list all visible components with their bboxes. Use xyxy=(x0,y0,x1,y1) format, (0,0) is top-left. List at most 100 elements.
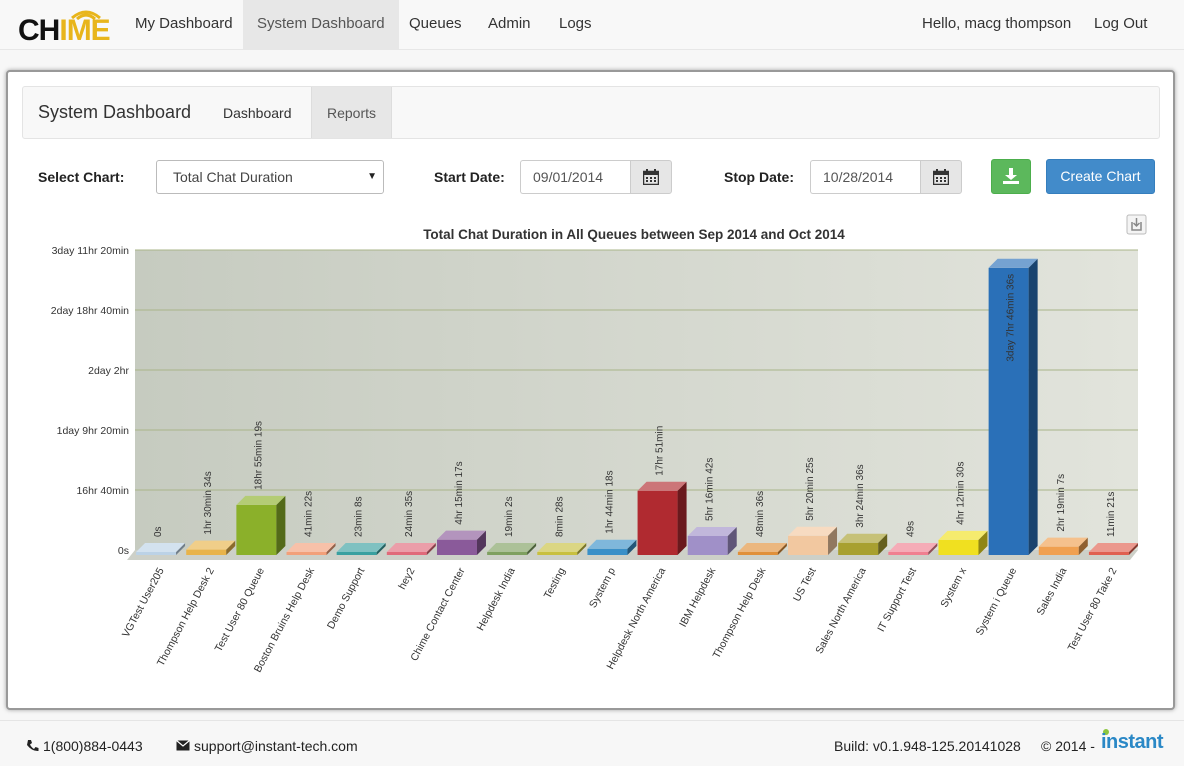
x-category-label: Sales North America xyxy=(813,566,869,656)
x-category-label: VGTest User205 xyxy=(120,566,167,640)
chart-type-value: Total Chat Duration xyxy=(173,169,293,185)
stop-date-label: Stop Date: xyxy=(724,169,794,185)
chart-bar xyxy=(136,543,186,555)
bar-data-label: 3hr 24min 36s xyxy=(855,464,866,527)
logo-text: CHIME xyxy=(18,14,111,47)
envelope-icon xyxy=(176,740,190,751)
x-category-label: IBM Helpdesk xyxy=(677,565,719,629)
bar-data-label: 19min 2s xyxy=(504,496,515,537)
bar-data-label: 17hr 51min xyxy=(655,426,666,476)
y-tick-label: 2day 2hr xyxy=(88,365,129,377)
x-category-label: Test User 80 Queue xyxy=(213,566,268,654)
chart-bar xyxy=(737,543,787,555)
build-version: Build: v0.1.948-125.20141028 xyxy=(834,738,1021,754)
select-chart-label: Select Chart: xyxy=(38,169,125,185)
bar-data-label: 0s xyxy=(153,526,164,537)
stop-date-input[interactable]: 10/28/2014 xyxy=(810,160,920,194)
chart-bar xyxy=(687,526,737,555)
chart-bar xyxy=(788,526,838,555)
bar-front xyxy=(436,539,477,555)
tab-dashboard[interactable]: Dashboard xyxy=(208,87,307,138)
nav-admin[interactable]: Admin xyxy=(474,0,545,49)
bar-front xyxy=(336,552,377,555)
y-tick-label: 3day 11hr 20min xyxy=(52,245,130,257)
bar-front xyxy=(1038,546,1079,555)
chime-logo[interactable]: CHIME xyxy=(18,4,122,46)
bar-front xyxy=(537,552,578,555)
bar-front xyxy=(637,490,678,555)
bar-data-label: 49s xyxy=(905,521,916,537)
logout-link[interactable]: Log Out xyxy=(1080,0,1161,49)
chart-bar xyxy=(236,495,286,555)
bar-front xyxy=(186,549,227,555)
page-title: System Dashboard xyxy=(38,102,192,122)
x-category-label: Testing xyxy=(542,566,568,601)
x-category-label: hey2 xyxy=(396,566,417,592)
bar-front xyxy=(737,552,778,555)
chart-x-axis: VGTest User205Thompson Help Desk 2Test U… xyxy=(120,565,1120,674)
start-date-label: Start Date: xyxy=(434,169,505,185)
y-tick-label: 16hr 40min xyxy=(76,485,129,497)
chart-bar xyxy=(487,543,537,555)
chart-bar xyxy=(436,530,486,555)
sub-navbar: System Dashboard Dashboard Reports xyxy=(22,86,1160,139)
chart-title: Total Chat Duration in All Queues betwee… xyxy=(423,227,845,242)
start-calendar-button[interactable] xyxy=(630,160,672,194)
support-email[interactable]: support@instant-tech.com xyxy=(194,738,358,754)
bar-front xyxy=(938,539,979,555)
x-category-label: US Test xyxy=(791,566,819,604)
user-greeting[interactable]: Hello, macg thompson xyxy=(908,0,1085,49)
y-tick-label: 1day 9hr 20min xyxy=(57,425,130,437)
bar-data-label: 48min 36s xyxy=(755,491,766,537)
start-date-input[interactable]: 09/01/2014 xyxy=(520,160,630,194)
nav-system-dashboard[interactable]: System Dashboard xyxy=(243,0,399,49)
chart-bar xyxy=(1088,543,1138,555)
stop-calendar-button[interactable] xyxy=(920,160,962,194)
chart-type-select[interactable]: Total Chat Duration ▼ xyxy=(156,160,384,194)
bar-data-label: 41min 22s xyxy=(304,491,315,537)
bar-front xyxy=(136,552,177,555)
calendar-icon xyxy=(643,169,659,185)
tab-reports[interactable]: Reports xyxy=(311,87,393,138)
bar-front xyxy=(888,552,929,555)
caret-down-icon: ▼ xyxy=(367,171,377,182)
chart-bar xyxy=(637,481,687,555)
chart-y-axis: 0s 16hr 40min 1day 9hr 20min 2day 2hr 2day 1… xyxy=(51,245,130,557)
bar-data-label: 1hr 44min 18s xyxy=(604,470,615,533)
bar-side xyxy=(276,495,286,555)
chart-bar xyxy=(336,543,386,555)
chart-bar xyxy=(386,543,436,555)
support-phone: 1(800)884-0443 xyxy=(43,738,143,754)
y-tick-label: 0s xyxy=(118,545,129,557)
bar-data-label: 11min 21s xyxy=(1106,492,1117,537)
x-category-label: Sales India xyxy=(1034,566,1069,618)
y-tick-label: 2day 18hr 40min xyxy=(51,305,129,317)
chart-bar xyxy=(1038,537,1088,555)
bar-data-label: 8min 28s xyxy=(554,496,565,537)
nav-my-dashboard[interactable]: My Dashboard xyxy=(121,0,247,49)
chart-bar xyxy=(537,543,587,555)
bar-front xyxy=(687,535,728,555)
download-button[interactable] xyxy=(991,159,1031,194)
chart-bar xyxy=(186,540,236,555)
plot-background xyxy=(135,250,1138,550)
nav-logs[interactable]: Logs xyxy=(545,0,606,49)
bar-front xyxy=(286,552,327,555)
bar-front xyxy=(386,552,427,555)
nav-queues[interactable]: Queues xyxy=(395,0,476,49)
bar-data-label: 5hr 20min 25s xyxy=(805,457,816,520)
chart-bar xyxy=(938,530,988,555)
instant-logo: instant xyxy=(1101,731,1164,753)
x-category-label: Chime Contact Center xyxy=(408,565,468,663)
download-icon xyxy=(1003,168,1019,184)
x-category-label: IT Support Test xyxy=(875,566,919,634)
bar-side xyxy=(1028,258,1038,555)
bar-data-label: 5hr 16min 42s xyxy=(705,458,716,521)
bar-data-label: 2hr 19min 7s xyxy=(1056,474,1067,532)
bar-data-label: 24min 35s xyxy=(404,491,415,537)
bar-side xyxy=(677,481,687,555)
chart-bar xyxy=(587,539,637,555)
bar-front xyxy=(788,535,829,555)
create-chart-button[interactable]: Create Chart xyxy=(1046,159,1155,194)
x-category-label: System i Queue xyxy=(974,566,1020,638)
